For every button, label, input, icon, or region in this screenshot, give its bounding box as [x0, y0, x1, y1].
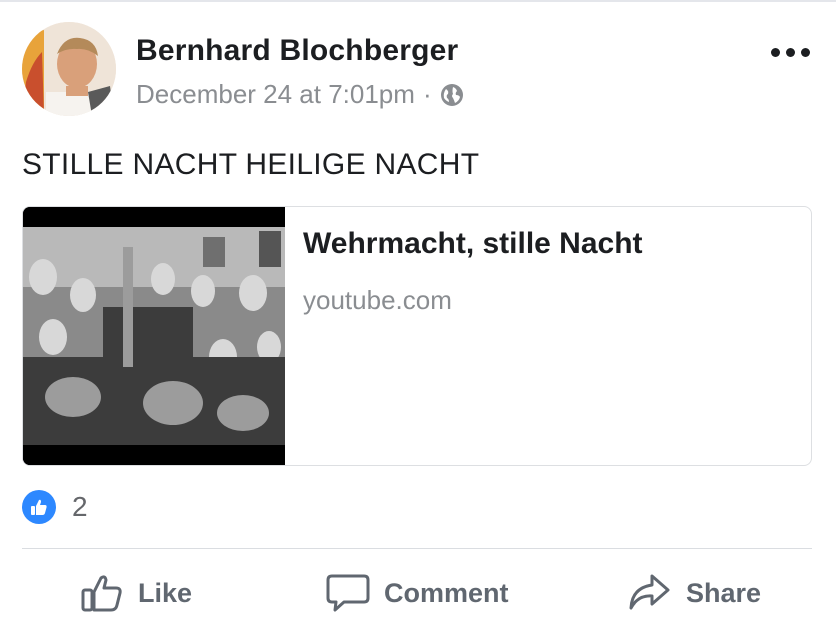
- reactions-summary[interactable]: 2: [22, 490, 88, 524]
- link-title[interactable]: Wehrmacht, stille Nacht: [303, 227, 643, 261]
- share-label: Share: [686, 577, 762, 608]
- link-thumbnail: [23, 207, 285, 465]
- link-preview-card[interactable]: Wehrmacht, stille Nacht youtube.com: [22, 206, 812, 466]
- more-options-button[interactable]: [771, 48, 810, 57]
- reaction-count: 2: [72, 491, 88, 522]
- thumbs-up-icon: [81, 575, 122, 612]
- share-button[interactable]: Share: [628, 572, 761, 614]
- more-dot: [786, 48, 795, 57]
- post-text: STILLE NACHT HEILIGE NACHT: [22, 148, 480, 181]
- globe-icon[interactable]: [440, 83, 464, 107]
- comment-icon: [326, 574, 370, 612]
- meta-separator: ·: [422, 79, 432, 109]
- top-divider: [0, 0, 836, 2]
- avatar[interactable]: [22, 22, 116, 116]
- avatar-photo: [22, 22, 116, 116]
- more-dot: [801, 48, 810, 57]
- author-name[interactable]: Bernhard Blochberger: [136, 34, 458, 68]
- actions-divider: [22, 548, 812, 549]
- like-button[interactable]: Like: [80, 572, 192, 614]
- like-label: Like: [138, 577, 193, 608]
- more-dot: [771, 48, 780, 57]
- link-domain: youtube.com: [303, 285, 452, 315]
- share-icon: [629, 574, 670, 610]
- action-bar: Like Comment Share: [22, 560, 812, 628]
- comment-button[interactable]: Comment: [326, 572, 509, 614]
- post-meta: December 24 at 7:01pm ·: [136, 79, 464, 110]
- post-timestamp[interactable]: December 24 at 7:01pm: [136, 79, 415, 110]
- like-icon: [22, 490, 56, 524]
- comment-label: Comment: [384, 577, 509, 608]
